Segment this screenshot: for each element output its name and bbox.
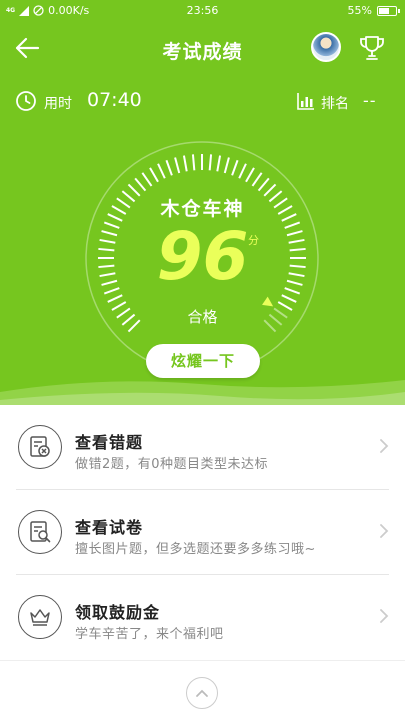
top-bar: 考试成绩 [0,28,405,68]
item-title: 查看错题 [75,433,144,452]
battery-icon [377,5,400,16]
crown-icon [18,595,62,639]
gauge-tick [208,154,213,171]
gauge-pointer [262,296,274,307]
item-desc: 做错2题，有0种题目类型未达标 [75,457,269,472]
trophy-icon[interactable] [357,33,387,63]
gauge-tick [281,294,297,303]
gauge-tick [191,154,196,171]
score-value: 96 [156,218,249,295]
score-unit: 分 [248,234,259,247]
gauge-tick [223,157,230,174]
wrong-questions-icon [18,425,62,469]
gauge-tick [149,167,159,183]
gauge-tick [134,177,147,192]
rank-label: 排名 [321,96,349,112]
avatar[interactable] [311,32,341,62]
gauge-tick [157,163,166,179]
chevron-up-icon [196,689,208,697]
gauge-tick [141,172,153,187]
gauge-tick [238,163,247,179]
status-right: 55% [347,4,400,17]
status-time: 23:56 [186,4,219,17]
gauge-tick [257,177,270,192]
stats-row: 用时 07:40 排名 -- [0,88,405,114]
gauge-tick [107,294,123,303]
list-item-reward[interactable]: 领取鼓励金 学车辛苦了，来个福利吧 [0,575,405,659]
item-title: 查看试卷 [75,518,144,537]
item-title: 领取鼓励金 [75,603,161,622]
clock-icon [16,91,36,111]
list-item-view-paper[interactable]: 查看试卷 擅长图片题，但多选题还要多多练习哦~ [0,490,405,574]
page-title: 考试成绩 [162,41,243,63]
gauge-tick [231,159,239,176]
time-label: 用时 [44,96,72,112]
time-value: 07:40 [87,89,142,111]
chevron-right-icon [380,524,389,538]
expand-up-button[interactable] [186,677,218,709]
paper-search-icon [18,510,62,554]
bottom-bar [0,660,405,720]
result-header-panel: 4G 0.00K/s 23:56 55% 考试成绩 用时 07:40 排名 --… [0,0,405,405]
gauge-tick [174,157,181,174]
chevron-right-icon [380,609,389,623]
item-desc: 学车辛苦了，来个福利吧 [75,627,224,642]
pass-status: 合格 [187,308,218,326]
gauge-tick [165,159,173,176]
item-desc: 擅长图片题，但多选题还要多多练习哦~ [75,542,316,557]
status-bar: 4G 0.00K/s 23:56 55% [0,0,405,22]
nickname: 木仓车神 [160,198,245,220]
battery-percent: 55% [347,4,372,17]
gauge-tick [251,172,263,187]
gauge-tick [182,155,188,172]
list-item-wrong-questions[interactable]: 查看错题 做错2题，有0种题目类型未达标 [0,405,405,489]
show-off-button[interactable]: 炫耀一下 [146,344,260,378]
chevron-right-icon [380,439,389,453]
bar-chart-icon [297,93,314,110]
rank-value: -- [363,91,377,110]
gauge-tick [216,155,222,172]
gauge-tick [245,167,255,183]
